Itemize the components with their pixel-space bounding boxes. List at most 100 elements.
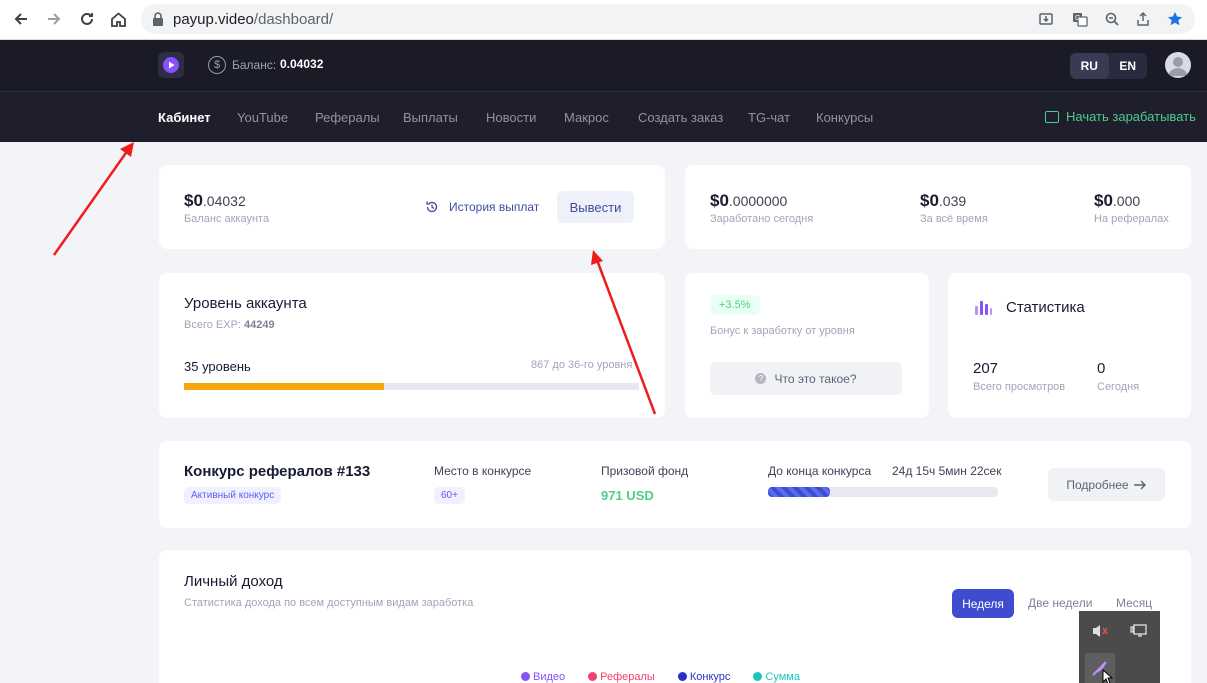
contest-place-label: Место в конкурсе [434,464,532,478]
contest-end-countdown: 24д 15ч 5мин 22сек [892,464,1002,478]
dollar-icon: $ [208,56,226,74]
legend-label-referrals: Рефералы [600,671,655,683]
tray-app-item[interactable] [1085,653,1115,683]
earned-referrals-currency: $0 [1094,191,1113,210]
system-tray-popup [1079,611,1160,683]
legend-item-contest[interactable]: Конкурс [677,671,730,683]
browser-toolbar: payup.video/dashboard/ G [0,0,1207,40]
start-earning-label: Начать зарабатывать [1066,109,1196,124]
level-label: 35 уровень [184,359,251,374]
top-bar: $ Баланс: 0.04032 RU EN [0,40,1207,91]
legend-item-video[interactable]: Видео [521,671,565,683]
forward-icon[interactable] [43,8,65,30]
zoom-icon[interactable] [1102,9,1122,29]
earned-total-label: За всё время [920,213,988,225]
site-logo[interactable] [158,52,184,78]
earnings-card: $0.0000000 Заработано сегодня $0.039 За … [685,165,1191,249]
total-views-label: Всего просмотров [973,381,1066,393]
earned-today-decimals: .0000000 [728,193,788,209]
chart-bars-icon [975,301,992,315]
legend-item-referrals[interactable]: Рефералы [588,671,655,683]
legend-dot-referrals [588,672,598,681]
avatar[interactable] [1165,52,1191,78]
bonus-badge: +3.5% [710,295,760,315]
bonus-label: Бонус к заработку от уровня [710,325,855,337]
legend-item-sum[interactable]: Сумма [753,671,800,683]
legend-dot-sum [753,672,763,681]
nav-item-youtube[interactable]: YouTube [237,110,288,125]
reload-icon[interactable] [76,8,98,30]
user-icon [1168,57,1188,76]
personal-income-card: Личный доход Статистика дохода по всем д… [159,550,1191,683]
translate-icon[interactable]: G [1070,9,1090,29]
contest-title: Конкурс рефералов #133 [184,463,371,480]
earned-today-currency: $0 [710,191,729,210]
tab-two-weeks[interactable]: Две недели [1028,596,1092,610]
play-logo-icon [163,57,179,73]
start-earning-link[interactable]: Начать зарабатывать [1045,109,1196,124]
earned-total-currency: $0 [920,191,939,210]
earned-today-amount: $0.0000000 [710,191,787,211]
arrow-right-icon [1133,480,1146,489]
contest-place-badge: 60+ [434,487,465,504]
balance-decimals: .04032 [202,193,246,209]
url-path: /dashboard/ [253,11,334,28]
lock-icon [153,12,163,26]
earned-referrals-label: На рефералах [1094,213,1169,225]
balance-currency: $0 [184,191,203,210]
account-level-card: Уровень аккаунта Всего EXP: 44249 35 уро… [159,273,665,418]
referral-contest-card: Конкурс рефералов #133 Активный конкурс … [159,441,1191,528]
prize-fund-label: Призовой фонд [601,464,689,478]
tab-month[interactable]: Месяц [1116,596,1152,610]
exp-label: Всего EXP: [184,319,241,331]
more-details-label: Подробнее [1066,477,1129,492]
home-icon[interactable] [107,8,129,30]
today-views-label: Сегодня [1097,381,1140,393]
what-is-this-label: Что это такое? [774,371,857,386]
legend-label-sum: Сумма [765,671,800,683]
earned-referrals-decimals: .000 [1112,193,1141,209]
question-icon: ? [755,373,767,384]
bookmark-star-icon[interactable] [1165,9,1185,29]
exp-line: Всего EXP: 44249 [184,319,275,331]
wallet-icon [1045,110,1059,123]
url-text: payup.video/dashboard/ [173,11,333,28]
share-icon[interactable] [1133,9,1153,29]
withdraw-button[interactable]: Вывести [557,191,634,223]
balance-label: Баланс: [232,58,277,72]
lang-en-button[interactable]: EN [1109,53,1148,79]
nav-item-payouts[interactable]: Выплаты [403,110,458,125]
level-progress-fill [184,383,385,390]
nav-item-referrals[interactable]: Рефералы [315,110,380,125]
speaker-muted-icon[interactable] [1091,623,1109,639]
nav-item-macros[interactable]: Макрос [564,110,609,125]
balance-card: $0.04032 Баланс аккаунта История выплат … [159,165,665,249]
level-to-next: 867 до 36-го уровня [531,359,633,371]
balance-amount: $0.04032 [184,191,246,211]
lang-ru-button[interactable]: RU [1070,53,1109,79]
annotation-arrow-cabinet [52,142,134,256]
install-icon[interactable] [1036,9,1056,29]
main-nav: Кабинет YouTube Рефералы Выплаты Новости… [0,91,1207,142]
what-is-this-button[interactable]: ? Что это такое? [710,362,902,395]
nav-item-news[interactable]: Новости [486,110,536,125]
income-title: Личный доход [184,573,283,590]
nav-item-contests[interactable]: Конкурсы [816,110,873,125]
network-icon[interactable] [1130,623,1148,639]
chart-legend: Видео Рефералы Конкурс Сумма [521,671,800,683]
legend-label-video: Видео [533,671,566,683]
more-details-button[interactable]: Подробнее [1048,468,1165,501]
tab-week[interactable]: Неделя [952,589,1014,618]
total-views-value: 207 [973,360,999,377]
address-bar[interactable]: payup.video/dashboard/ G [141,4,1195,34]
history-icon [426,201,438,213]
nav-item-create-order[interactable]: Создать заказ [638,110,723,125]
nav-item-tg-chat[interactable]: TG-чат [748,110,790,125]
svg-text:G: G [1075,15,1080,22]
nav-item-cabinet[interactable]: Кабинет [158,110,211,125]
contest-progress-fill [768,487,831,497]
legend-dot-video [521,672,530,681]
earned-referrals-amount: $0.000 [1094,191,1140,211]
payout-history-link[interactable]: История выплат [425,200,539,214]
back-icon[interactable] [10,8,32,30]
